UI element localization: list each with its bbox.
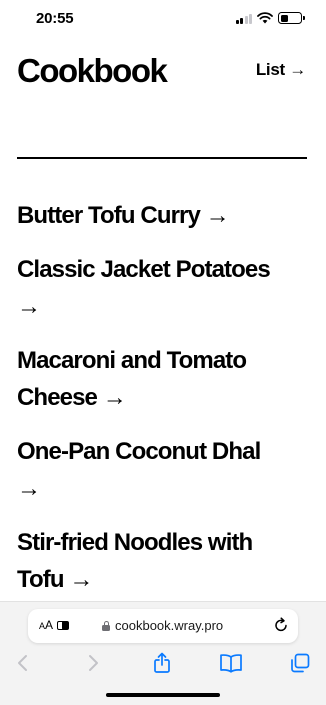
recipe-link-classic-jacket-potatoes[interactable]: Classic Jacket Potatoes → (17, 251, 309, 325)
cellular-signal-icon (235, 13, 252, 24)
status-icons (235, 12, 305, 24)
share-button[interactable] (149, 650, 175, 676)
forward-button[interactable] (80, 650, 106, 676)
text-size-large-label: A (45, 618, 54, 632)
recipe-link-line: → (17, 293, 41, 320)
browser-chrome: AA cookbook.wray.pro (0, 601, 326, 705)
page-title: Cookbook (17, 52, 168, 89)
wifi-icon (257, 12, 273, 24)
divider (17, 157, 307, 159)
reload-icon[interactable] (273, 617, 289, 633)
chevron-right-icon (89, 655, 98, 671)
share-icon (154, 652, 170, 673)
recipe-link-line: Butter Tofu Curry → (17, 202, 230, 229)
list-item: Macaroni and Tomato Cheese → (17, 342, 309, 416)
status-time: 20:55 (36, 10, 74, 27)
home-indicator (106, 693, 220, 697)
address-bar[interactable]: AA cookbook.wray.pro (28, 609, 298, 643)
bookmarks-button[interactable] (218, 650, 244, 676)
recipe-link-line: Classic Jacket Potatoes (17, 256, 271, 283)
tabs-button[interactable] (287, 650, 313, 676)
book-icon (220, 654, 242, 673)
tabs-icon (291, 653, 310, 673)
recipe-link-line: Stir-fried Noodles with (17, 529, 253, 556)
recipe-link-line: → (17, 475, 41, 502)
recipe-link-butter-tofu-curry[interactable]: Butter Tofu Curry → (17, 197, 309, 234)
list-item: Butter Tofu Curry → (17, 197, 309, 234)
lock-icon (102, 620, 110, 631)
recipe-link-one-pan-coconut-dhal[interactable]: One-Pan Coconut Dhal → (17, 433, 309, 507)
recipe-link-line: Macaroni and Tomato (17, 347, 247, 374)
list-link[interactable]: List → (256, 60, 306, 80)
recipe-link-line: Cheese → (17, 384, 127, 411)
recipe-link-stir-fried-noodles-with-tofu[interactable]: Stir-fried Noodles with Tofu → (17, 524, 309, 598)
url-text: cookbook.wray.pro (115, 618, 224, 633)
browser-toolbar (0, 650, 326, 678)
text-size-button[interactable]: AA (39, 618, 70, 632)
recipe-link-macaroni-and-tomato-cheese[interactable]: Macaroni and Tomato Cheese → (17, 342, 309, 416)
list-item: Classic Jacket Potatoes → (17, 251, 309, 325)
back-button[interactable] (10, 650, 36, 676)
recipe-list: Butter Tofu Curry → Classic Jacket Potat… (17, 197, 309, 615)
reader-icon (57, 620, 70, 630)
list-item: One-Pan Coconut Dhal → (17, 433, 309, 507)
url-display[interactable]: cookbook.wray.pro (102, 618, 223, 633)
status-bar: 20:55 (0, 0, 326, 40)
recipe-link-line: One-Pan Coconut Dhal (17, 438, 261, 465)
chevron-left-icon (18, 655, 27, 671)
battery-icon (278, 12, 305, 24)
list-item: Stir-fried Noodles with Tofu → (17, 524, 309, 598)
recipe-link-line: Tofu → (17, 566, 93, 593)
site-header: Cookbook List → (17, 50, 306, 100)
